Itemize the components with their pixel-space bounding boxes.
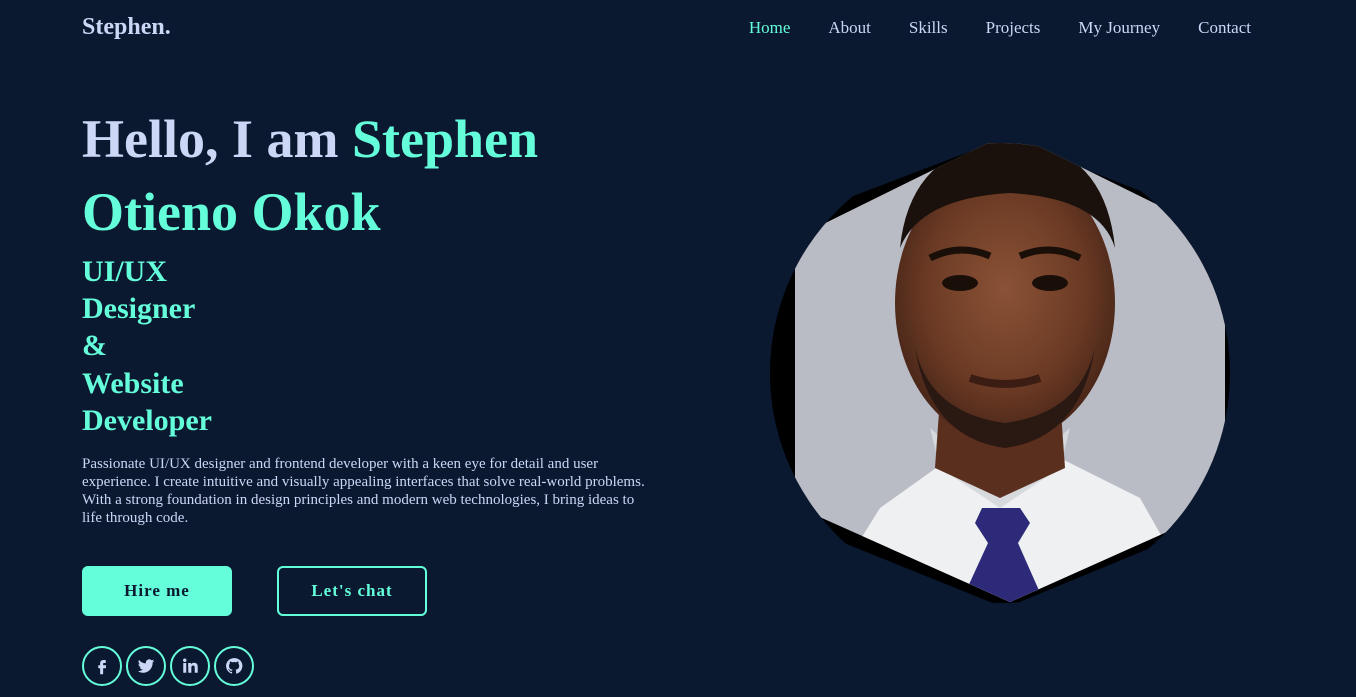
social-links	[82, 646, 254, 686]
nav-link-about[interactable]: About	[828, 18, 871, 38]
role-line: UI/UX	[82, 255, 168, 288]
hero-text: Hello, I am Stephen Otieno Okok UI/UX Des…	[82, 103, 662, 439]
site-logo[interactable]: Stephen.	[82, 14, 171, 41]
top-navbar: Stephen. Home About Skills Projects My J…	[0, 0, 1356, 56]
hero-headline: Hello, I am Stephen Otieno Okok	[82, 103, 662, 249]
facebook-link[interactable]	[82, 646, 122, 686]
profile-photo-hexagon	[770, 143, 1230, 603]
role-line: &	[82, 329, 107, 363]
facebook-icon	[98, 660, 107, 675]
linkedin-link[interactable]	[170, 646, 210, 686]
nav-links: Home About Skills Projects My Journey Co…	[749, 18, 1251, 38]
nav-link-home[interactable]: Home	[749, 18, 791, 38]
nav-link-projects[interactable]: Projects	[986, 18, 1041, 38]
role-line: Developer	[82, 403, 212, 437]
twitter-link[interactable]	[126, 646, 166, 686]
role-line: Designer	[82, 292, 196, 326]
linkedin-icon	[183, 658, 198, 673]
twitter-icon	[137, 659, 155, 673]
lets-chat-button[interactable]: Let's chat	[277, 566, 427, 616]
hero-name-first: Stephen	[351, 109, 539, 169]
nav-link-my-journey[interactable]: My Journey	[1078, 18, 1160, 38]
hero-role: UI/UX Designer & Website Developer	[82, 253, 662, 439]
nav-link-contact[interactable]: Contact	[1198, 18, 1251, 38]
role-line: Website	[82, 366, 184, 400]
hero-description: Passionate UI/UX designer and frontend d…	[82, 456, 645, 526]
hire-me-button[interactable]: Hire me	[82, 566, 232, 616]
hero-name-rest: Otieno Okok	[82, 182, 381, 242]
hero-greeting: Hello, I am	[82, 109, 352, 169]
github-link[interactable]	[214, 646, 254, 686]
profile-photo	[760, 128, 1240, 604]
github-icon	[226, 658, 243, 674]
nav-link-skills[interactable]: Skills	[909, 18, 948, 38]
